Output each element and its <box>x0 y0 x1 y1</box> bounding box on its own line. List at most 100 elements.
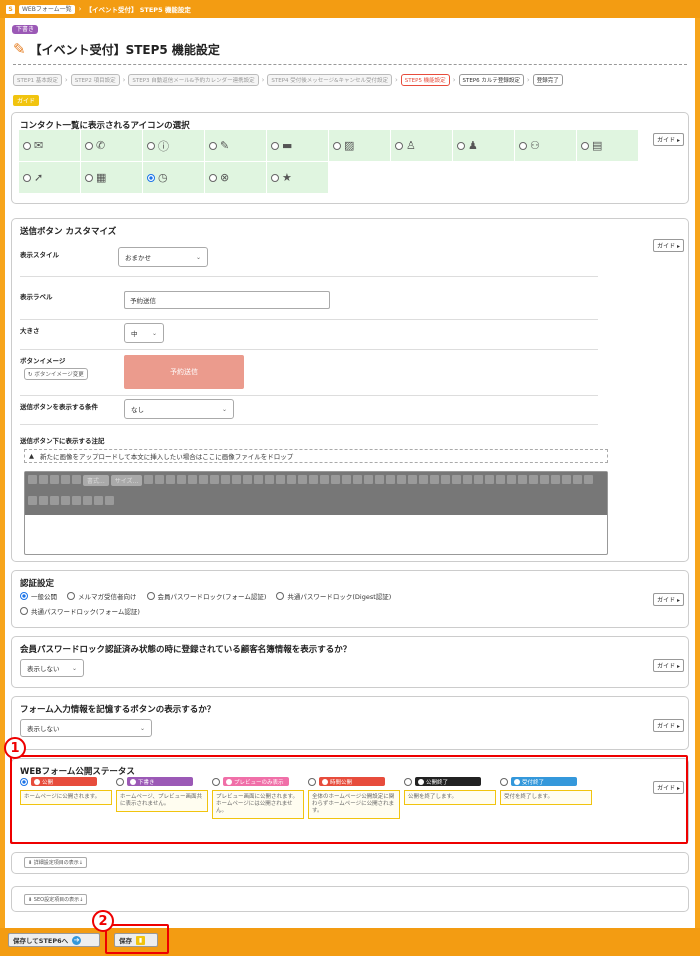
icon-radio[interactable] <box>147 141 155 150</box>
guide-button-submit[interactable]: ガイド ▸ <box>653 239 684 252</box>
guide-button-auth[interactable]: ガイド ▸ <box>653 593 684 606</box>
size-select[interactable]: サイズ... <box>110 475 143 486</box>
remember-select[interactable]: 表示しない ⌄ <box>20 719 152 737</box>
icon-option[interactable]: ⊗ <box>205 162 267 194</box>
step-tab[interactable]: STEP4 受付後メッセージ&キャンセル受付設定 <box>267 74 392 86</box>
guide-button-remember[interactable]: ガイド ▸ <box>653 719 684 732</box>
guide-button[interactable]: ガイド <box>13 95 40 106</box>
icon-option[interactable]: ▤ <box>577 130 639 162</box>
step-tab[interactable]: 登録完了 <box>532 74 563 86</box>
toolbar-button-icon[interactable] <box>419 475 429 484</box>
auth-option[interactable]: 共通パスワードロック(フォーム認証) <box>20 606 140 616</box>
toolbar-button-icon[interactable] <box>551 475 561 484</box>
toolbar-button-icon[interactable] <box>177 475 187 484</box>
size-select[interactable]: 中 ⌄ <box>124 323 164 343</box>
toolbar-button-icon[interactable] <box>199 475 209 484</box>
toolbar-button-icon[interactable] <box>265 475 275 484</box>
toolbar-button-icon[interactable] <box>243 475 253 484</box>
step-tab[interactable]: STEP3 自動返信メール&予約カレンダー連携設定 <box>128 74 259 86</box>
toolbar-button-icon[interactable] <box>221 475 231 484</box>
icon-option[interactable]: ⚇ <box>515 130 577 162</box>
icon-radio[interactable] <box>209 141 217 150</box>
toolbar-button-icon[interactable] <box>397 475 407 484</box>
icon-option[interactable]: ✎ <box>205 130 267 162</box>
toolbar-button-icon[interactable] <box>61 495 70 505</box>
toolbar-button-icon[interactable] <box>298 475 308 484</box>
guide-button-member[interactable]: ガイド ▸ <box>653 659 684 672</box>
icon-option[interactable]: ➚ <box>19 162 81 194</box>
detail-settings-toggle[interactable]: ⬇ 詳細設定項目の表示↓ <box>24 857 87 868</box>
button-image-change-button[interactable]: ↻ ボタンイメージ変更 <box>24 368 88 380</box>
toolbar-button-icon[interactable] <box>408 475 418 484</box>
toolbar-button-icon[interactable] <box>144 475 154 484</box>
auth-option[interactable]: メルマガ受信者向け <box>67 591 137 601</box>
icon-radio[interactable] <box>457 141 465 150</box>
save-next-button[interactable]: 保存してSTEP6へ ➔ <box>8 933 100 947</box>
icon-radio[interactable] <box>271 173 279 182</box>
toolbar-button-icon[interactable] <box>39 495 48 505</box>
step-tab[interactable]: STEP6 カルテ登録設定 <box>458 74 524 86</box>
icon-radio[interactable] <box>85 173 93 182</box>
icon-option[interactable]: ★ <box>267 162 329 194</box>
auth-option[interactable]: 一般公開 <box>20 591 57 601</box>
condition-select[interactable]: なし ⌄ <box>124 399 234 419</box>
toolbar-button-icon[interactable] <box>28 495 37 505</box>
seo-settings-toggle[interactable]: ⬇ SEO設定項目の表示↓ <box>24 894 88 905</box>
icon-radio[interactable] <box>23 173 31 182</box>
icon-option[interactable]: ♙ <box>391 130 453 162</box>
toolbar-button-icon[interactable] <box>452 475 462 484</box>
toolbar-button-icon[interactable] <box>430 475 440 484</box>
step-tab[interactable]: STEP1 基本設定 <box>13 74 62 86</box>
toolbar-button-icon[interactable] <box>474 475 484 484</box>
icon-option[interactable]: ▦ <box>81 162 143 194</box>
guide-button-icons[interactable]: ガイド ▸ <box>653 133 684 146</box>
toolbar-button-icon[interactable] <box>232 475 242 484</box>
auth-option[interactable]: 会員パスワードロック(フォーム認証) <box>146 591 266 601</box>
toolbar-button-icon[interactable] <box>518 475 528 484</box>
toolbar-button-icon[interactable] <box>562 475 572 484</box>
icon-radio[interactable] <box>581 141 589 150</box>
toolbar-button-icon[interactable] <box>496 475 506 484</box>
toolbar-button-icon[interactable] <box>540 475 550 484</box>
toolbar-button-icon[interactable] <box>342 475 352 484</box>
image-dropzone[interactable]: ▲ 新たに画像をアップロードして本文に挿入したい場合はここに画像ファイルをドロッ… <box>24 449 608 463</box>
rich-text-editor[interactable]: 書式... サイズ... <box>24 471 608 555</box>
format-select[interactable]: 書式... <box>83 475 109 486</box>
toolbar-button-icon[interactable] <box>573 475 583 484</box>
toolbar-button-icon[interactable] <box>210 475 220 484</box>
icon-option[interactable]: ▬ <box>267 130 329 162</box>
toolbar-button-icon[interactable] <box>254 475 264 484</box>
toolbar-button-icon[interactable] <box>166 475 176 484</box>
icon-option[interactable]: ✆ <box>81 130 143 162</box>
toolbar-button-icon[interactable] <box>331 475 341 484</box>
icon-radio[interactable] <box>23 141 31 150</box>
auth-radio[interactable] <box>20 592 28 600</box>
icon-option[interactable]: ♟ <box>453 130 515 162</box>
icon-radio[interactable] <box>395 141 403 150</box>
auth-radio[interactable] <box>67 592 75 600</box>
toolbar-button-icon[interactable] <box>94 495 103 505</box>
icon-option[interactable]: ✉ <box>19 130 81 162</box>
toolbar-button-icon[interactable] <box>155 475 165 484</box>
toolbar-button-icon[interactable] <box>375 475 385 484</box>
icon-option[interactable]: ⓘ <box>143 130 205 162</box>
auth-radio[interactable] <box>276 592 285 600</box>
style-select[interactable]: おまかせ ⌄ <box>118 247 208 267</box>
icon-radio[interactable] <box>85 141 93 150</box>
toolbar-button-icon[interactable] <box>529 475 539 484</box>
label-input[interactable]: 予約送信 <box>124 291 330 309</box>
toolbar-button-icon[interactable] <box>463 475 473 484</box>
member-info-select[interactable]: 表示しない ⌄ <box>20 659 84 677</box>
auth-radio[interactable] <box>20 607 28 615</box>
icon-radio[interactable] <box>271 141 279 150</box>
toolbar-button-icon[interactable] <box>353 475 363 484</box>
toolbar-button-icon[interactable] <box>105 495 114 505</box>
toolbar-button-icon[interactable] <box>320 475 330 484</box>
icon-radio[interactable] <box>519 141 527 150</box>
toolbar-button-icon[interactable] <box>584 475 594 484</box>
toolbar-button-icon[interactable] <box>39 475 48 484</box>
toolbar-button-icon[interactable] <box>72 495 81 505</box>
toolbar-button-icon[interactable] <box>287 475 297 484</box>
toolbar-button-icon[interactable] <box>28 475 37 484</box>
step-tab[interactable]: STEP5 機能設定 <box>400 74 450 86</box>
